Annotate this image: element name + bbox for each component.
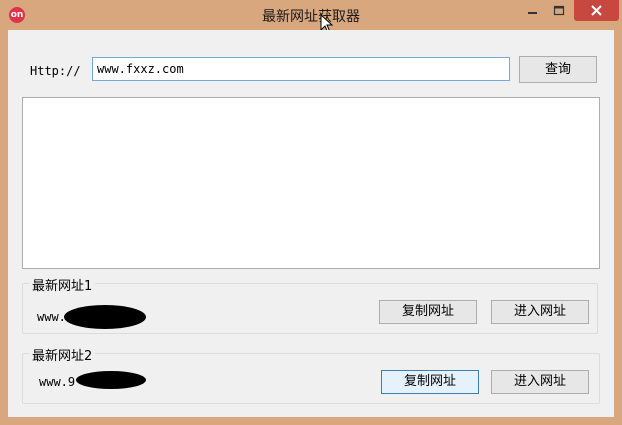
query-button[interactable]: 查询 (519, 56, 597, 83)
redaction-mark (64, 305, 146, 329)
url-input[interactable] (92, 57, 510, 81)
close-button[interactable] (574, 0, 619, 21)
title-bar[interactable]: on 最新网址获取器 (0, 0, 622, 34)
maximize-button[interactable] (546, 0, 572, 21)
maximize-icon (553, 5, 565, 16)
copy-url-2-button[interactable]: 复制网址 (381, 370, 479, 394)
minimize-icon (528, 12, 537, 14)
redaction-mark (76, 371, 146, 389)
open-url-2-button[interactable]: 进入网址 (491, 370, 589, 394)
client-area: Http:// 查询 最新网址1 www. 复制网址 进入网址 最新网址2 ww… (8, 30, 614, 417)
result-textbox[interactable] (22, 97, 600, 269)
latest-url-2-text: www.9 (39, 375, 76, 389)
latest-url-2-legend: 最新网址2 (29, 345, 96, 364)
latest-url-1-legend: 最新网址1 (29, 275, 96, 294)
open-url-1-button[interactable]: 进入网址 (491, 300, 589, 324)
latest-url-1-text: www. (37, 310, 66, 324)
minimize-button[interactable] (519, 0, 546, 21)
copy-url-1-button[interactable]: 复制网址 (379, 300, 477, 324)
http-label: Http:// (30, 64, 81, 78)
app-window: on 最新网址获取器 Http:// 查询 最新网址1 www. 复制网址 进入… (0, 0, 622, 425)
close-icon (591, 5, 602, 16)
